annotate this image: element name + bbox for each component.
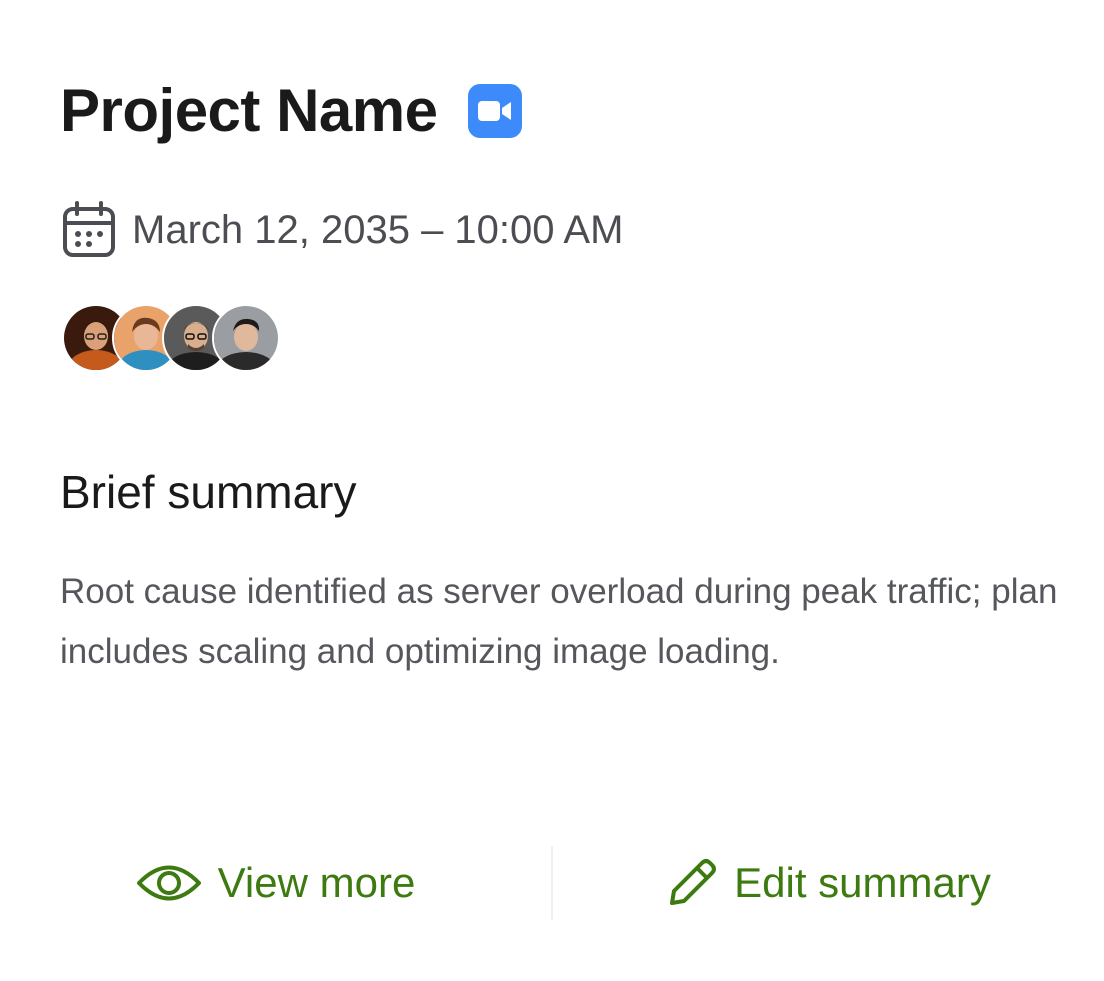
summary-card: Project Name March 12, 2035 – 10:00 AM B… bbox=[0, 0, 1104, 981]
view-more-button[interactable]: View more bbox=[0, 846, 551, 920]
date-row: March 12, 2035 – 10:00 AM bbox=[62, 200, 623, 260]
title-row: Project Name bbox=[60, 76, 522, 146]
avatar[interactable] bbox=[212, 304, 280, 372]
view-more-label: View more bbox=[217, 859, 416, 906]
zoom-video-icon[interactable] bbox=[467, 84, 522, 138]
participant-avatars[interactable] bbox=[62, 304, 280, 372]
project-title: Project Name bbox=[60, 77, 438, 144]
pencil-icon bbox=[666, 857, 734, 909]
meeting-date: March 12, 2035 – 10:00 AM bbox=[132, 208, 624, 252]
eye-icon bbox=[136, 860, 218, 906]
edit-summary-button[interactable]: Edit summary bbox=[553, 846, 1104, 920]
card-actions: View more Edit summary bbox=[0, 846, 1104, 920]
summary-heading: Brief summary bbox=[60, 466, 357, 518]
calendar-icon bbox=[62, 201, 116, 259]
edit-summary-label: Edit summary bbox=[734, 859, 991, 906]
summary-text: Root cause identified as server overload… bbox=[60, 572, 1058, 671]
